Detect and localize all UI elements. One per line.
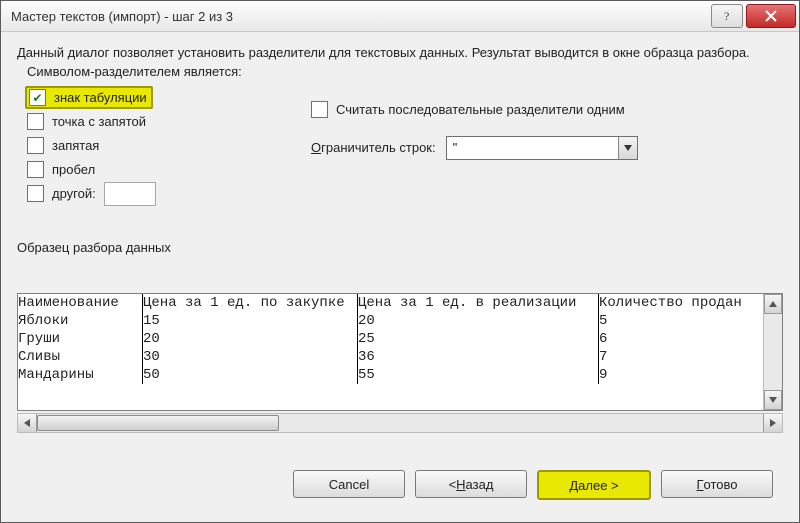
qualifier-label: Ограничитель строк: [311, 140, 436, 155]
other-delimiter-input[interactable] [104, 182, 156, 206]
table-cell: 9 [599, 366, 782, 384]
help-button[interactable]: ? [711, 4, 743, 28]
space-checkbox[interactable] [27, 161, 44, 178]
tab-label: знак табуляции [54, 90, 147, 105]
dialog-window: Мастер текстов (импорт) - шаг 2 из 3 ? Д… [0, 0, 800, 523]
consecutive-row: Считать последовательные разделители одн… [311, 98, 783, 122]
tab-checkbox[interactable] [29, 89, 46, 106]
scroll-down-icon[interactable] [764, 390, 782, 410]
table-cell: 30 [143, 348, 358, 366]
chevron-down-icon [618, 137, 637, 159]
table-cell: 50 [143, 366, 358, 384]
intro-text: Данный диалог позволяет установить разде… [17, 44, 783, 62]
consecutive-label: Считать последовательные разделители одн… [336, 102, 625, 117]
next-button[interactable]: Далее > [537, 470, 651, 500]
footer-buttons: Cancel < Назад Далее > Готово [17, 458, 783, 512]
table-cell: Цена за 1 ед. в реализации [358, 294, 599, 312]
table-cell: 7 [599, 348, 782, 366]
table-cell: 5 [599, 312, 782, 330]
hscroll-thumb[interactable] [37, 415, 279, 431]
table-row: Сливы30367 [18, 348, 782, 366]
client-area: Данный диалог позволяет установить разде… [1, 32, 799, 522]
table-cell: 15 [143, 312, 358, 330]
window-title: Мастер текстов (импорт) - шаг 2 из 3 [1, 9, 711, 24]
scroll-left-icon[interactable] [18, 414, 37, 432]
other-label: другой: [52, 186, 96, 201]
space-label: пробел [52, 162, 95, 177]
table-cell: Цена за 1 ед. по закупке [143, 294, 358, 312]
scroll-up-icon[interactable] [764, 294, 782, 314]
semicolon-label: точка с запятой [52, 114, 146, 129]
finish-button[interactable]: Готово [661, 470, 773, 498]
semicolon-checkbox[interactable] [27, 113, 44, 130]
table-row: Мандарины50559 [18, 366, 782, 384]
title-bar: Мастер текстов (импорт) - шаг 2 из 3 ? [1, 1, 799, 32]
table-cell: 25 [358, 330, 599, 348]
scroll-right-icon[interactable] [763, 414, 782, 432]
close-button[interactable] [746, 4, 796, 28]
comma-checkbox[interactable] [27, 137, 44, 154]
table-row: Груши20256 [18, 330, 782, 348]
consecutive-checkbox[interactable] [311, 101, 328, 118]
table-cell: 6 [599, 330, 782, 348]
table-cell: 20 [358, 312, 599, 330]
delimiter-legend: Символом-разделителем является: [23, 64, 246, 79]
horizontal-scrollbar[interactable] [17, 413, 783, 433]
delimiter-semicolon-row: точка с запятой [27, 110, 277, 134]
other-checkbox[interactable] [27, 185, 44, 202]
delimiter-other-row: другой: [27, 182, 277, 206]
table-cell: Количество продан [599, 294, 782, 312]
delimiter-comma-row: запятая [27, 134, 277, 158]
comma-label: запятая [52, 138, 99, 153]
back-button[interactable]: < Назад [415, 470, 527, 498]
table-cell: Сливы [18, 348, 143, 366]
qualifier-value: " [447, 140, 618, 155]
preview-box: НаименованиеЦена за 1 ед. по закупкеЦена… [17, 293, 783, 411]
delimiter-space-row: пробел [27, 158, 277, 182]
cancel-button[interactable]: Cancel [293, 470, 405, 498]
table-row: НаименованиеЦена за 1 ед. по закупкеЦена… [18, 294, 782, 312]
qualifier-row: Ограничитель строк: " [311, 136, 783, 160]
table-cell: 36 [358, 348, 599, 366]
preview-legend: Образец разбора данных [17, 240, 783, 255]
right-options: Считать последовательные разделители одн… [311, 72, 783, 216]
options-area: Символом-разделителем является: знак таб… [17, 72, 783, 216]
tab-highlight: знак табуляции [25, 86, 153, 109]
preview-area: Образец разбора данных НаименованиеЦена … [17, 240, 783, 458]
preview-grid: НаименованиеЦена за 1 ед. по закупкеЦена… [18, 294, 782, 410]
table-cell: Яблоки [18, 312, 143, 330]
table-cell: Мандарины [18, 366, 143, 384]
table-cell: 55 [358, 366, 599, 384]
vertical-scrollbar[interactable] [763, 294, 782, 410]
table-cell: Наименование [18, 294, 143, 312]
table-cell: 20 [143, 330, 358, 348]
delimiter-tab-row: знак табуляции [27, 86, 277, 110]
table-cell: Груши [18, 330, 143, 348]
table-row: Яблоки15205 [18, 312, 782, 330]
delimiter-group: Символом-разделителем является: знак таб… [17, 72, 287, 216]
text-qualifier-select[interactable]: " [446, 136, 638, 160]
svg-text:?: ? [724, 9, 729, 23]
